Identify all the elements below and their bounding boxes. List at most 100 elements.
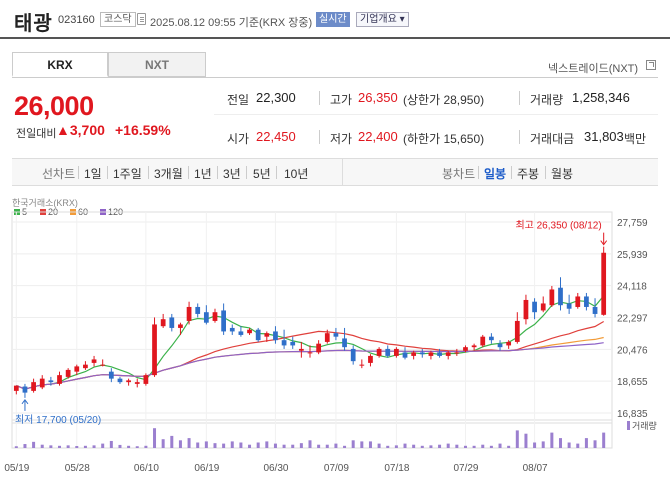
monthly-candle-button[interactable]: 월봉 xyxy=(551,165,573,182)
volume-bar xyxy=(368,441,372,448)
volume-bar xyxy=(83,445,87,448)
period-3m-button[interactable]: 3개월 xyxy=(154,165,183,182)
candle-body xyxy=(489,336,494,341)
tab-divider xyxy=(12,77,658,78)
volume-bar xyxy=(334,443,338,448)
period-5y-button[interactable]: 5년 xyxy=(253,165,271,182)
candle-body xyxy=(74,366,80,372)
weekly-candle-button[interactable]: 주봉 xyxy=(517,165,539,182)
stat-divider xyxy=(519,91,520,105)
high-label: 고가 xyxy=(330,93,353,107)
quote-datetime: 2025.08.12 09:55 기준(KRX 장중) xyxy=(150,14,312,30)
stat-divider xyxy=(319,130,320,144)
volume-bar xyxy=(239,442,243,448)
stock-name: 태광 xyxy=(14,13,53,35)
candle-body xyxy=(437,352,442,356)
volume-bar xyxy=(273,443,277,448)
candle-body xyxy=(584,296,589,307)
volume-bar xyxy=(412,444,416,448)
volume-bar xyxy=(515,430,519,448)
period-divider xyxy=(511,166,512,179)
volume-bar xyxy=(576,443,580,448)
external-link-icon[interactable] xyxy=(646,60,656,70)
volume-bar xyxy=(49,445,53,448)
period-divider xyxy=(217,166,218,179)
volume-bar xyxy=(170,435,174,448)
period-1d-button[interactable]: 1일 xyxy=(84,165,102,182)
y-tick-label: 20,476 xyxy=(617,345,648,356)
volume-bar xyxy=(196,442,200,448)
y-tick-label: 27,759 xyxy=(617,218,648,229)
volume-bar xyxy=(230,441,234,448)
stat-divider xyxy=(319,91,320,105)
volume-bar xyxy=(325,444,329,448)
y-tick-label: 24,118 xyxy=(617,282,647,293)
company-overview-dropdown[interactable]: 기업개요 ▾ xyxy=(356,12,409,27)
candle-body xyxy=(428,352,434,356)
volume-bar xyxy=(472,445,476,448)
volume-bar xyxy=(343,445,347,448)
realtime-button[interactable]: 실시간 xyxy=(316,12,350,27)
header-divider xyxy=(0,37,670,39)
candlestick-chart[interactable]: 27,759 25,939 24,118 22,297 20,476 18,655 16,8… xyxy=(0,190,670,491)
amount-label: 거래대금 xyxy=(530,132,575,146)
open-value: 22,450 xyxy=(256,129,296,144)
volume-bar xyxy=(204,441,208,448)
open-label: 시가 xyxy=(227,132,250,146)
volume-bar xyxy=(118,444,122,448)
volume-bar xyxy=(127,445,131,448)
x-tick-label: 05/19 xyxy=(4,463,29,474)
period-divider xyxy=(148,166,149,179)
candle-body xyxy=(152,324,157,376)
candle-body xyxy=(402,352,408,358)
volume-bar xyxy=(23,444,27,448)
low-annotation: 최저 17,700 (05/20) xyxy=(15,414,101,426)
document-icon xyxy=(137,13,146,25)
period-divider xyxy=(78,166,79,179)
volume-bar xyxy=(291,444,295,448)
change-label: 전일대비 xyxy=(16,128,57,140)
candle-body xyxy=(203,312,209,323)
high-value: 26,350 xyxy=(358,90,398,105)
x-tick-label: 06/30 xyxy=(263,463,288,474)
volume-bar xyxy=(248,444,252,448)
volume-bar xyxy=(299,443,303,448)
period-1w-button[interactable]: 1주일 xyxy=(113,165,142,182)
volume-bar xyxy=(584,438,588,448)
candle-body xyxy=(255,329,261,341)
volume-bar xyxy=(567,442,571,448)
candle-body xyxy=(290,341,296,346)
candle-body xyxy=(333,333,339,337)
line-chart-label: 선차트 xyxy=(42,167,76,181)
candle-body xyxy=(411,352,417,356)
volume-legend-swatch xyxy=(627,421,630,430)
y-tick-label: 25,939 xyxy=(617,250,648,261)
datetime-basis: 기준(KRX 장중) xyxy=(238,17,313,29)
volume-bar xyxy=(455,444,459,448)
candle-body xyxy=(39,378,45,388)
stats-divider xyxy=(214,114,658,115)
candle-body xyxy=(160,319,166,327)
volume-bar xyxy=(144,445,148,448)
market-badge: 코스닥 xyxy=(100,12,136,27)
volume-bar xyxy=(489,445,493,448)
period-10y-button[interactable]: 10년 xyxy=(284,165,308,182)
volume-bar xyxy=(92,445,96,448)
volume-bar xyxy=(420,445,424,448)
low-label: 저가 xyxy=(330,132,353,146)
prev-close-value: 22,300 xyxy=(256,90,296,105)
tab-krx[interactable]: KRX xyxy=(12,52,108,77)
candle-body xyxy=(100,364,106,366)
volume-bar xyxy=(109,440,113,448)
candle-body xyxy=(307,352,313,354)
volume-bar xyxy=(213,443,217,448)
candle-body xyxy=(13,385,19,391)
period-3y-button[interactable]: 3년 xyxy=(223,165,241,182)
candle-body xyxy=(497,343,503,348)
period-1y-button[interactable]: 1년 xyxy=(194,165,212,182)
tab-nxt[interactable]: NXT xyxy=(108,52,206,77)
volume-bar xyxy=(533,442,537,448)
candle-body xyxy=(83,364,88,369)
nextrade-link[interactable]: 넥스트레이드(NXT) xyxy=(548,60,638,76)
daily-candle-button[interactable]: 일봉 xyxy=(484,165,506,182)
